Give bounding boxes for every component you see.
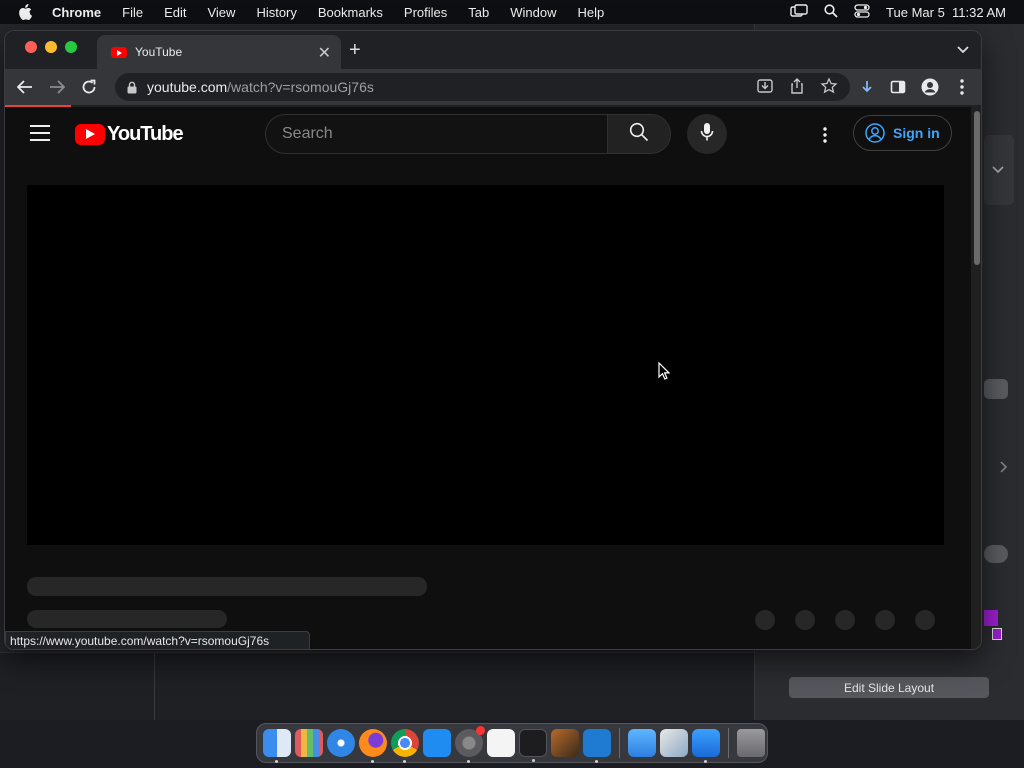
screen-mirroring-icon[interactable] [790, 3, 808, 21]
background-divider [154, 652, 155, 720]
voice-search-button[interactable] [687, 114, 727, 154]
preview-icon[interactable] [660, 729, 688, 757]
color-swatch-small[interactable] [992, 628, 1002, 640]
safari-icon[interactable] [327, 729, 355, 757]
tab-youtube[interactable]: YouTube ✕ [97, 35, 341, 69]
menu-bar: Chrome File Edit View History Bookmarks … [0, 0, 1024, 24]
menu-edit[interactable]: Edit [164, 5, 186, 20]
control-center-icon[interactable] [854, 3, 870, 21]
forward-arrow-icon[interactable] [47, 77, 67, 97]
action-placeholder [835, 610, 855, 630]
menu-view[interactable]: View [207, 5, 235, 20]
settings-kebab-icon[interactable] [813, 121, 837, 149]
menu-bookmarks[interactable]: Bookmarks [318, 5, 383, 20]
chrome-window: YouTube ✕ + youtube.com/watch?v=rsomouGj… [4, 30, 982, 650]
trash-icon[interactable] [737, 729, 765, 757]
tab-strip: YouTube ✕ + [5, 31, 981, 69]
youtube-logo-text: YouTube [107, 123, 184, 145]
video-player[interactable] [27, 185, 944, 545]
new-tab-button[interactable]: + [349, 39, 361, 62]
dock-separator [728, 728, 729, 758]
menu-history[interactable]: History [256, 5, 296, 20]
chrome-menu-kebab-icon[interactable] [952, 77, 972, 97]
system-settings-icon[interactable] [455, 726, 485, 763]
launchpad-icon[interactable] [295, 729, 323, 757]
action-placeholder [915, 610, 935, 630]
background-field[interactable] [984, 379, 1008, 399]
extension-download-icon[interactable] [857, 77, 877, 97]
microphone-icon [700, 122, 714, 147]
link-status-bubble: https://www.youtube.com/watch?v=rsomouGj… [5, 631, 311, 649]
close-window-button[interactable] [25, 41, 37, 53]
close-tab-icon[interactable]: ✕ [318, 43, 331, 63]
background-toggle[interactable] [984, 545, 1008, 563]
sign-in-button[interactable]: Sign in [853, 115, 952, 151]
page-scrollbar[interactable] [971, 107, 981, 649]
share-icon[interactable] [788, 77, 806, 98]
search-icon [629, 122, 649, 147]
menu-app-name[interactable]: Chrome [52, 5, 101, 20]
minimize-window-button[interactable] [45, 41, 57, 53]
url-path: /watch?v=rsomouGj76s [227, 79, 374, 95]
action-placeholder [875, 610, 895, 630]
scrollbar-thumb[interactable] [974, 111, 980, 265]
bookmark-star-icon[interactable] [820, 77, 838, 98]
tab-title: YouTube [135, 45, 183, 59]
dock [256, 723, 768, 763]
edit-slide-layout-button[interactable]: Edit Slide Layout [789, 677, 989, 698]
tab-search-chevron-icon[interactable] [957, 41, 969, 59]
install-app-icon[interactable] [756, 77, 774, 98]
chevron-right-icon[interactable] [1000, 460, 1008, 478]
mouse-cursor-icon [658, 361, 671, 385]
youtube-logo[interactable]: YouTube [75, 123, 184, 146]
garageband-icon[interactable] [551, 729, 579, 757]
menu-help[interactable]: Help [578, 5, 605, 20]
textedit-icon[interactable] [487, 729, 515, 757]
vscode-icon[interactable] [583, 729, 611, 763]
side-panel-icon[interactable] [888, 77, 908, 97]
menu-window[interactable]: Window [510, 5, 556, 20]
menu-file[interactable]: File [122, 5, 143, 20]
url-domain: youtube.com [147, 79, 228, 95]
background-dropdown[interactable] [984, 135, 1014, 205]
color-swatch[interactable] [984, 610, 998, 626]
youtube-favicon-icon [111, 46, 127, 58]
account-circle-icon [865, 123, 885, 143]
youtube-page: YouTube Search Sign in [5, 107, 971, 649]
youtube-header: YouTube Search Sign in [5, 107, 971, 163]
action-placeholder [755, 610, 775, 630]
channel-placeholder [27, 610, 227, 628]
finder-icon[interactable] [263, 729, 291, 763]
keynote-icon[interactable] [692, 729, 720, 763]
menu-tab[interactable]: Tab [468, 5, 489, 20]
background-bottom-area [0, 652, 754, 720]
firefox-icon[interactable] [359, 729, 387, 763]
sign-in-label: Sign in [893, 125, 940, 141]
back-arrow-icon[interactable] [15, 77, 35, 97]
guide-menu-icon[interactable] [30, 125, 50, 141]
terminal-icon[interactable] [519, 729, 547, 762]
address-bar[interactable]: youtube.com/watch?v=rsomouGj76s [115, 73, 850, 101]
dock-separator [619, 728, 620, 758]
lock-icon[interactable] [127, 81, 137, 94]
app-store-icon[interactable] [423, 729, 451, 757]
apple-icon[interactable] [18, 4, 36, 20]
menu-profiles[interactable]: Profiles [404, 5, 447, 20]
profile-avatar-icon[interactable] [920, 77, 940, 97]
icloud-icon[interactable] [628, 729, 656, 757]
title-placeholder [27, 577, 427, 596]
menubar-clock[interactable]: Tue Mar 5 11:32 AM [886, 5, 1006, 20]
youtube-play-logo-icon [75, 124, 105, 145]
zoom-window-button[interactable] [65, 41, 77, 53]
search-input[interactable]: Search [265, 114, 607, 154]
browser-toolbar: youtube.com/watch?v=rsomouGj76s [5, 69, 981, 105]
spotlight-search-icon[interactable] [824, 3, 838, 21]
chrome-icon[interactable] [391, 729, 419, 763]
action-placeholder [795, 610, 815, 630]
reload-icon[interactable] [79, 77, 99, 97]
search-button[interactable] [607, 114, 671, 154]
